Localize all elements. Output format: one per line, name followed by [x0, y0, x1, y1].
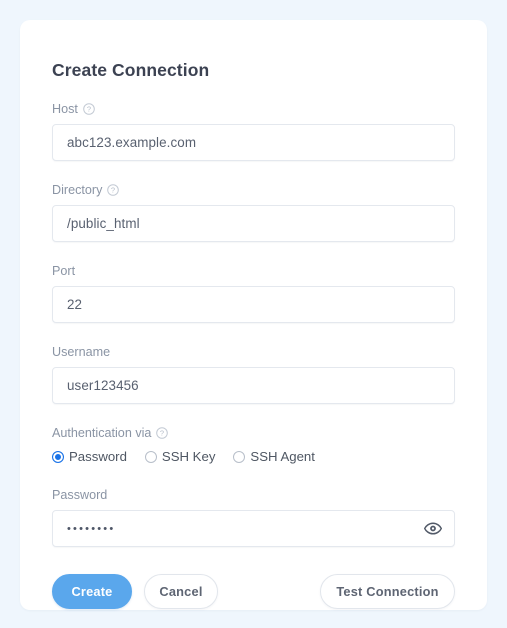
field-directory-label: Directory: [52, 183, 103, 197]
field-authentication-label-row: Authentication via ?: [52, 425, 455, 441]
field-directory: Directory ? /public_html: [52, 182, 455, 242]
field-authentication-label: Authentication via: [52, 426, 152, 440]
password-input-value: ••••••••: [67, 522, 116, 535]
host-input[interactable]: abc123.example.com: [52, 124, 455, 161]
help-circle-icon[interactable]: ?: [83, 103, 95, 115]
test-connection-button[interactable]: Test Connection: [320, 574, 455, 609]
cancel-button[interactable]: Cancel: [144, 574, 218, 609]
field-username-label: Username: [52, 345, 111, 359]
help-circle-icon[interactable]: ?: [107, 184, 120, 196]
field-port-label-row: Port: [52, 263, 455, 279]
eye-icon[interactable]: [423, 519, 443, 539]
radio-label-password: Password: [69, 449, 127, 464]
page-title: Create Connection: [52, 60, 210, 80]
create-button[interactable]: Create: [52, 574, 132, 609]
svg-text:?: ?: [87, 105, 91, 114]
help-circle-icon[interactable]: ?: [156, 427, 169, 439]
field-username: Username user123456: [52, 344, 455, 404]
create-connection-card: Create Connection Host ? abc123.example.…: [20, 20, 487, 610]
directory-input[interactable]: /public_html: [52, 205, 455, 242]
field-password-label-row: Password: [52, 487, 455, 503]
radio-option-ssh-key[interactable]: SSH Key: [144, 449, 216, 465]
radio-option-password[interactable]: Password: [52, 449, 127, 465]
radio-label-ssh-agent: SSH Agent: [250, 449, 315, 464]
port-input-value: 22: [67, 296, 83, 312]
radio-option-ssh-agent[interactable]: SSH Agent: [233, 449, 315, 465]
host-input-value: abc123.example.com: [67, 134, 197, 150]
port-input[interactable]: 22: [52, 286, 455, 323]
form-actions: Create Cancel Test Connection: [52, 574, 455, 609]
password-input[interactable]: ••••••••: [52, 510, 455, 547]
svg-text:?: ?: [111, 186, 115, 195]
field-authentication: Authentication via ? Password SSH Key SS…: [52, 425, 455, 466]
field-host-label: Host: [52, 102, 78, 116]
radio-mark-ssh-key[interactable]: [144, 451, 157, 463]
directory-input-value: /public_html: [67, 215, 140, 231]
username-input-value: user123456: [67, 377, 139, 393]
username-input[interactable]: user123456: [52, 367, 455, 404]
field-password-label: Password: [52, 488, 108, 502]
field-username-label-row: Username: [52, 344, 455, 360]
field-port-label: Port: [52, 264, 76, 278]
field-host-label-row: Host ?: [52, 101, 455, 117]
radio-mark-ssh-agent[interactable]: [233, 451, 246, 463]
field-host: Host ? abc123.example.com: [52, 101, 455, 161]
field-port: Port 22: [52, 263, 455, 323]
field-directory-label-row: Directory ?: [52, 182, 455, 198]
page-background: Create Connection Host ? abc123.example.…: [0, 0, 507, 628]
field-password: Password ••••••••: [52, 487, 455, 547]
authentication-radio-group: Password SSH Key SSH Agent: [52, 448, 455, 466]
radio-mark-password[interactable]: [52, 451, 64, 463]
radio-label-ssh-key: SSH Key: [161, 449, 216, 464]
svg-text:?: ?: [160, 429, 164, 438]
